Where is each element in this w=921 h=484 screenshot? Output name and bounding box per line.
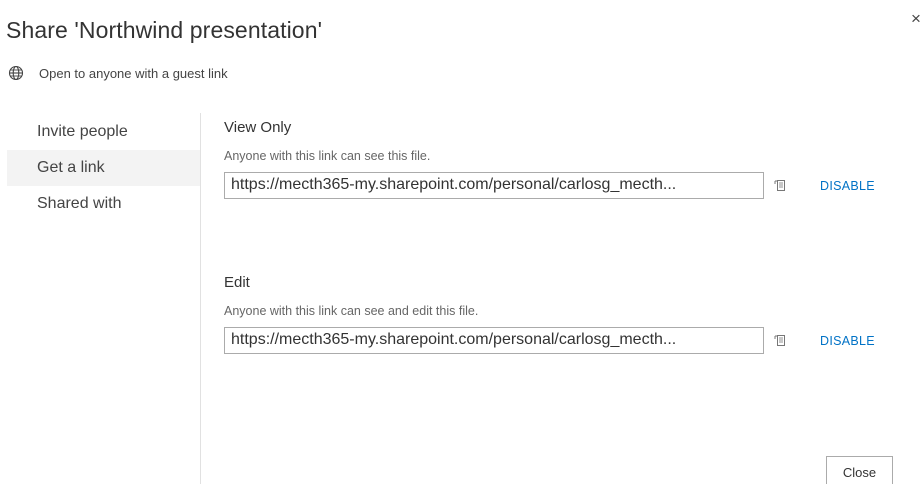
share-nav: Invite people Get a link Shared with (7, 114, 201, 222)
view-only-section: View Only Anyone with this link can see … (224, 119, 875, 199)
globe-icon (8, 65, 24, 81)
view-only-description: Anyone with this link can see this file. (224, 149, 431, 163)
view-only-link-row: https://mecth365-my.sharepoint.com/perso… (224, 172, 875, 199)
nav-divider (200, 113, 201, 484)
dialog-title: Share 'Northwind presentation' (6, 17, 323, 43)
view-only-disable-link[interactable]: DISABLE (820, 179, 875, 193)
nav-item-invite-people[interactable]: Invite people (7, 114, 201, 150)
copy-link-icon[interactable] (774, 334, 786, 347)
nav-item-shared-with[interactable]: Shared with (7, 186, 201, 222)
edit-section: Edit Anyone with this link can see and e… (224, 274, 875, 354)
close-button[interactable]: Close (826, 456, 893, 484)
close-dialog-icon[interactable]: × (911, 10, 921, 27)
guest-link-text: Open to anyone with a guest link (39, 65, 228, 81)
edit-link-field[interactable]: https://mecth365-my.sharepoint.com/perso… (224, 327, 764, 354)
guest-link-status: Open to anyone with a guest link (8, 65, 228, 81)
edit-link-row: https://mecth365-my.sharepoint.com/perso… (224, 327, 875, 354)
edit-title: Edit (224, 274, 250, 291)
copy-link-icon[interactable] (774, 179, 786, 192)
nav-item-get-a-link[interactable]: Get a link (7, 150, 201, 186)
view-only-link-field[interactable]: https://mecth365-my.sharepoint.com/perso… (224, 172, 764, 199)
edit-disable-link[interactable]: DISABLE (820, 334, 875, 348)
edit-description: Anyone with this link can see and edit t… (224, 304, 479, 318)
view-only-title: View Only (224, 119, 292, 136)
